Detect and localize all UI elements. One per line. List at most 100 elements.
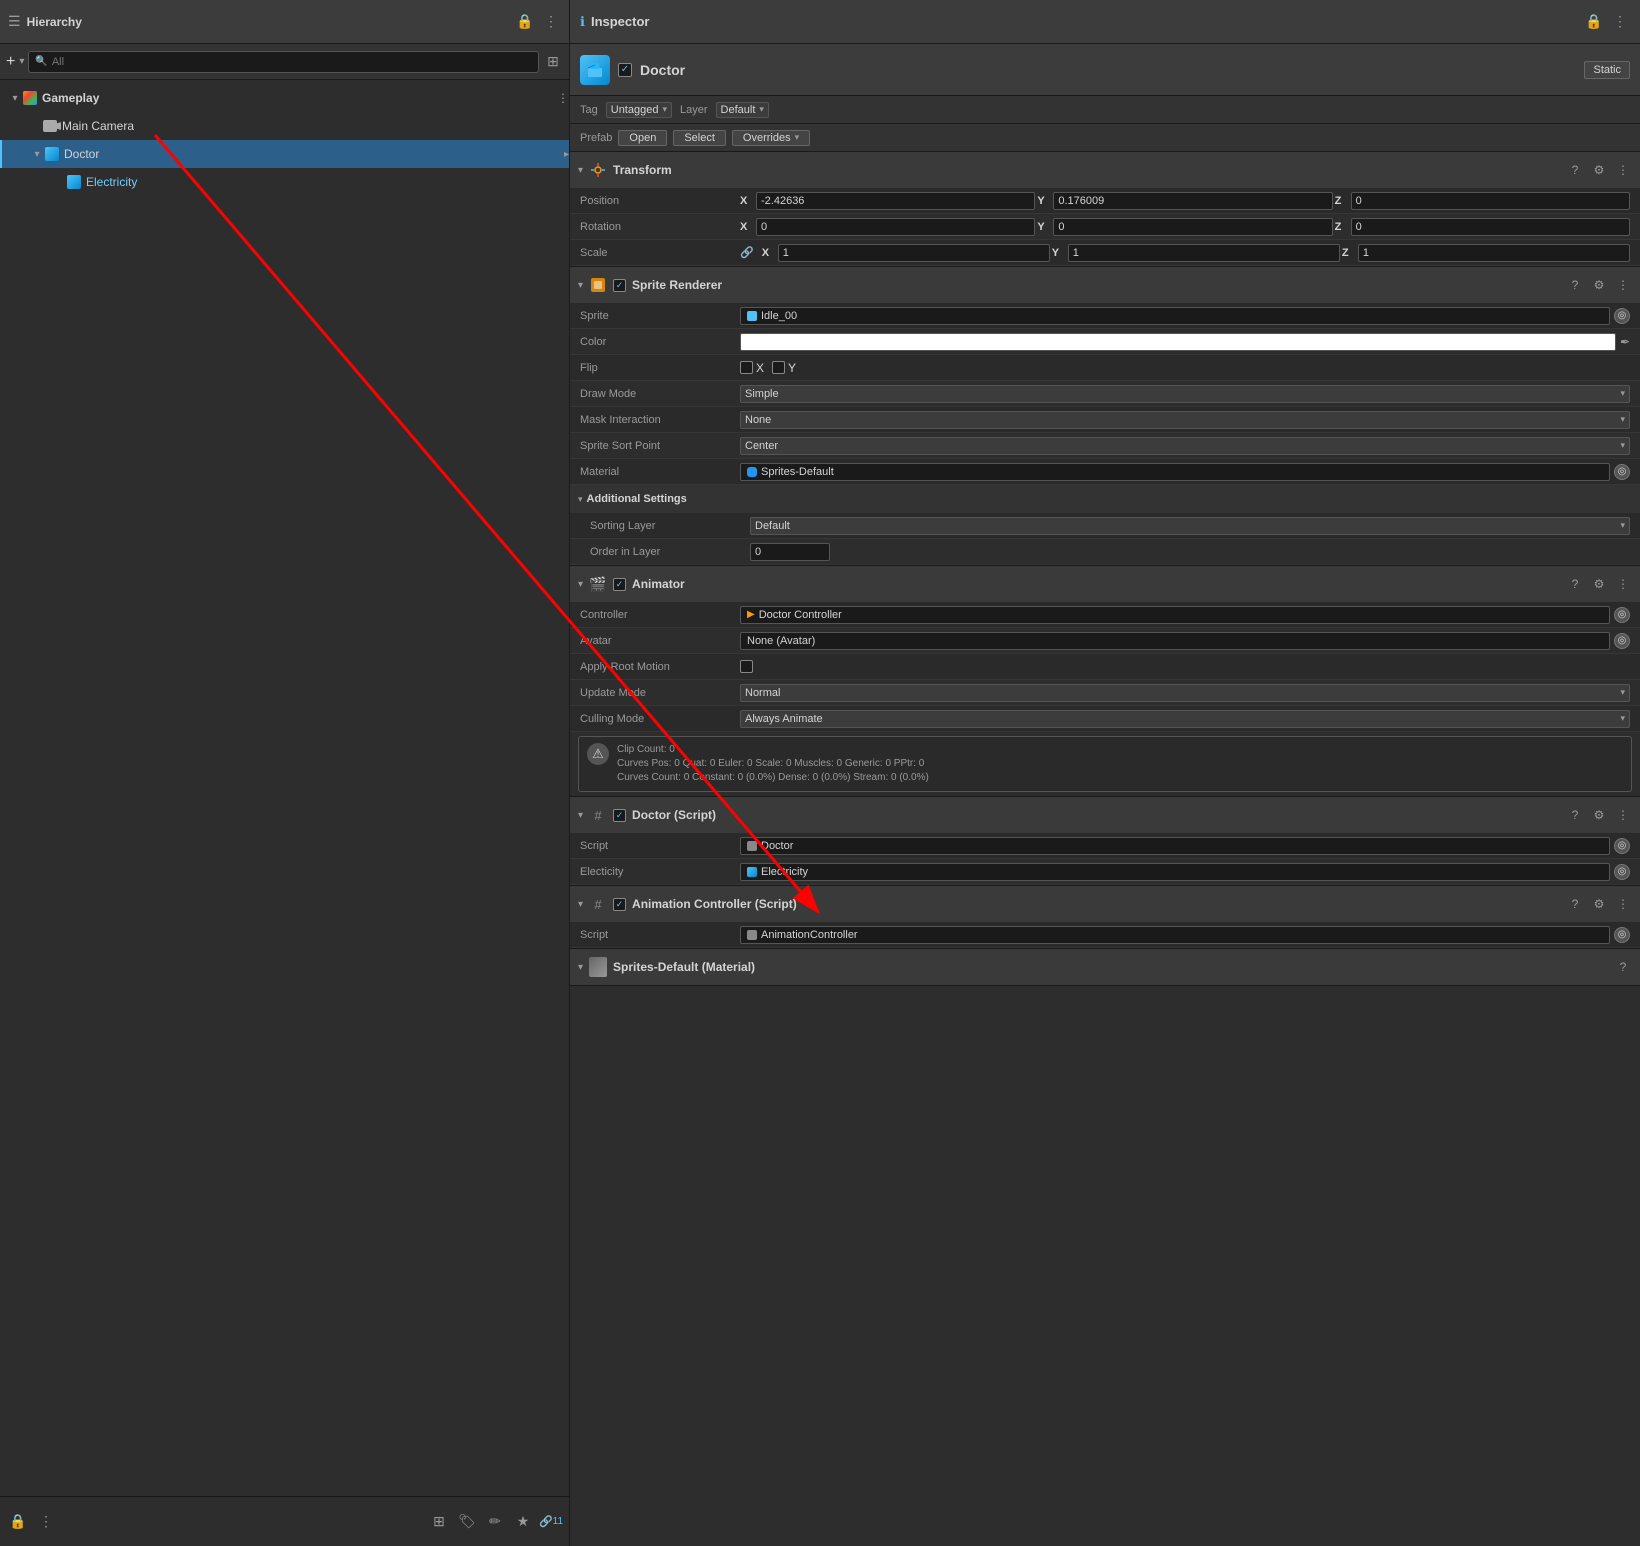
doctor-script-help-icon[interactable]: ? <box>1566 806 1584 824</box>
star-icon[interactable]: ★ <box>513 1512 533 1532</box>
anim-help-icon[interactable]: ? <box>1566 895 1584 913</box>
lock2-icon[interactable]: 🔒 <box>8 1512 28 1532</box>
sprites-default-header[interactable]: ▾ Sprites-Default (Material) ? <box>570 949 1640 985</box>
update-mode-dropdown[interactable]: Normal ▾ <box>740 684 1630 702</box>
transform-header[interactable]: ▾ Transform ? ⚙ ⋮ <box>570 152 1640 188</box>
lock-scale-icon[interactable]: 🔗 <box>740 246 754 259</box>
material-picker-button[interactable]: ◎ <box>1614 464 1630 480</box>
tag2-icon[interactable]: 🏷 <box>457 1512 477 1532</box>
rot-z-input[interactable] <box>1351 218 1630 236</box>
doctor-script-picker-button[interactable]: ◎ <box>1614 838 1630 854</box>
transform-settings-icon[interactable]: ⚙ <box>1590 161 1608 179</box>
additional-settings-arrow[interactable]: ▾ <box>578 494 583 505</box>
culling-mode-dropdown[interactable]: Always Animate ▾ <box>740 710 1630 728</box>
eyedropper-icon[interactable]: ✒ <box>1620 335 1630 349</box>
anim-settings-icon[interactable]: ⚙ <box>1590 895 1608 913</box>
avatar-picker-button[interactable]: ◎ <box>1614 633 1630 649</box>
doctor-script-checkbox[interactable]: ✓ <box>613 809 626 822</box>
more-icon[interactable]: ⋮ <box>541 12 561 32</box>
doctor-script-asset-field[interactable]: Doctor <box>740 837 1610 855</box>
controller-picker-button[interactable]: ◎ <box>1614 607 1630 623</box>
prefab-overrides-button[interactable]: Overrides▾ <box>732 130 810 146</box>
static-button[interactable]: Static <box>1584 61 1630 79</box>
scale-z-input[interactable] <box>1358 244 1630 262</box>
order-layer-input[interactable] <box>750 543 830 561</box>
add-dropdown-icon[interactable]: ▾ <box>19 56 24 67</box>
avatar-asset-field[interactable]: None (Avatar) <box>740 632 1610 650</box>
apply-root-motion-checkbox[interactable] <box>740 660 753 673</box>
more-inspector-icon[interactable]: ⋮ <box>1610 12 1630 32</box>
pos-x-input[interactable] <box>756 192 1035 210</box>
prefab-open-button[interactable]: Open <box>618 130 667 146</box>
tree-item-main-camera[interactable]: ▸ Main Camera <box>0 112 569 140</box>
tree-item-doctor[interactable]: ▾ Doctor ▸ <box>0 140 569 168</box>
add-icon[interactable]: + <box>6 53 15 71</box>
scale-x-input[interactable] <box>778 244 1050 262</box>
transform-help-icon[interactable]: ? <box>1566 161 1584 179</box>
doctor-script-expand-arrow[interactable]: ▾ <box>578 810 583 821</box>
doctor-script-more-icon[interactable]: ⋮ <box>1614 806 1632 824</box>
rot-x-input[interactable] <box>756 218 1035 236</box>
sprites-help-icon[interactable]: ? <box>1614 958 1632 976</box>
layer-dropdown[interactable]: Default ▾ <box>716 102 769 118</box>
animator-help-icon[interactable]: ? <box>1566 575 1584 593</box>
rot-y-input[interactable] <box>1053 218 1332 236</box>
anim-more-icon[interactable]: ⋮ <box>1614 895 1632 913</box>
link-icon[interactable]: 🔗11 <box>541 1512 561 1532</box>
paint-icon[interactable]: ✏ <box>485 1512 505 1532</box>
pos-y-input[interactable] <box>1053 192 1332 210</box>
animation-controller-header[interactable]: ▾ # ✓ Animation Controller (Script) ? ⚙ … <box>570 886 1640 922</box>
controller-asset-field[interactable]: ▶ Doctor Controller <box>740 606 1610 624</box>
animator-header[interactable]: ▾ 🎬 ✓ Animator ? ⚙ ⋮ <box>570 566 1640 602</box>
prefab-select-button[interactable]: Select <box>673 130 726 146</box>
draw-mode-dropdown[interactable]: Simple ▾ <box>740 385 1630 403</box>
tree-item-gameplay[interactable]: ▾ Gameplay ⋮ <box>0 84 569 112</box>
scene-view-icon[interactable]: ⊞ <box>543 52 563 72</box>
animator-more-icon[interactable]: ⋮ <box>1614 575 1632 593</box>
anim-controller-asset-field[interactable]: AnimationController <box>740 926 1610 944</box>
sprite-renderer-header[interactable]: ▾ ✓ Sprite Renderer ? ⚙ ⋮ <box>570 267 1640 303</box>
color-swatch[interactable] <box>740 333 1616 351</box>
search-input[interactable] <box>52 56 532 68</box>
pos-z-input[interactable] <box>1351 192 1630 210</box>
doctor-script-header[interactable]: ▾ # ✓ Doctor (Script) ? ⚙ ⋮ <box>570 797 1640 833</box>
sprite-expand-arrow[interactable]: ▾ <box>578 280 583 291</box>
more2-icon[interactable]: ⋮ <box>36 1512 56 1532</box>
sprite-renderer-checkbox[interactable]: ✓ <box>613 279 626 292</box>
anim-controller-expand-arrow[interactable]: ▾ <box>578 899 583 910</box>
animator-checkbox[interactable]: ✓ <box>613 578 626 591</box>
doctor-script-settings-icon[interactable]: ⚙ <box>1590 806 1608 824</box>
more-gameplay-icon[interactable]: ⋮ <box>557 91 569 105</box>
sprite-sort-dropdown[interactable]: Center ▾ <box>740 437 1630 455</box>
additional-settings-header[interactable]: ▾ Additional Settings <box>570 485 1640 513</box>
sprite-picker-button[interactable]: ◎ <box>1614 308 1630 324</box>
electicity-asset-field[interactable]: Electricity <box>740 863 1610 881</box>
expand-arrow-doctor[interactable]: ▾ <box>30 147 44 161</box>
scale-y-input[interactable] <box>1068 244 1340 262</box>
material-asset-field[interactable]: Sprites-Default <box>740 463 1610 481</box>
electicity-picker-button[interactable]: ◎ <box>1614 864 1630 880</box>
tree-item-electricity[interactable]: ▸ Electricity <box>0 168 569 196</box>
sprite-help-icon[interactable]: ? <box>1566 276 1584 294</box>
animator-settings-icon[interactable]: ⚙ <box>1590 575 1608 593</box>
object-active-checkbox[interactable]: ✓ <box>618 63 632 77</box>
lock-icon[interactable]: 🔒 <box>515 12 535 32</box>
transform-more-icon[interactable]: ⋮ <box>1614 161 1632 179</box>
sprite-settings-icon[interactable]: ⚙ <box>1590 276 1608 294</box>
sprite-asset-field[interactable]: Idle_00 <box>740 307 1610 325</box>
expand-arrow-gameplay[interactable]: ▾ <box>8 91 22 105</box>
lock-inspector-icon[interactable]: 🔒 <box>1584 12 1604 32</box>
anim-controller-checkbox[interactable]: ✓ <box>613 898 626 911</box>
anim-controller-picker-button[interactable]: ◎ <box>1614 927 1630 943</box>
tag-dropdown[interactable]: Untagged ▾ <box>606 102 672 118</box>
transform-expand-arrow[interactable]: ▾ <box>578 165 583 176</box>
flip-x-checkbox[interactable] <box>740 361 753 374</box>
mask-interaction-dropdown[interactable]: None ▾ <box>740 411 1630 429</box>
flip-y-checkbox[interactable] <box>772 361 785 374</box>
expand2-icon[interactable]: ⊞ <box>429 1512 449 1532</box>
sprites-expand-arrow[interactable]: ▾ <box>578 962 583 973</box>
sprite-more-icon[interactable]: ⋮ <box>1614 276 1632 294</box>
expand-doctor-icon[interactable]: ▸ <box>564 149 569 160</box>
sorting-layer-dropdown[interactable]: Default ▾ <box>750 517 1630 535</box>
animator-expand-arrow[interactable]: ▾ <box>578 579 583 590</box>
